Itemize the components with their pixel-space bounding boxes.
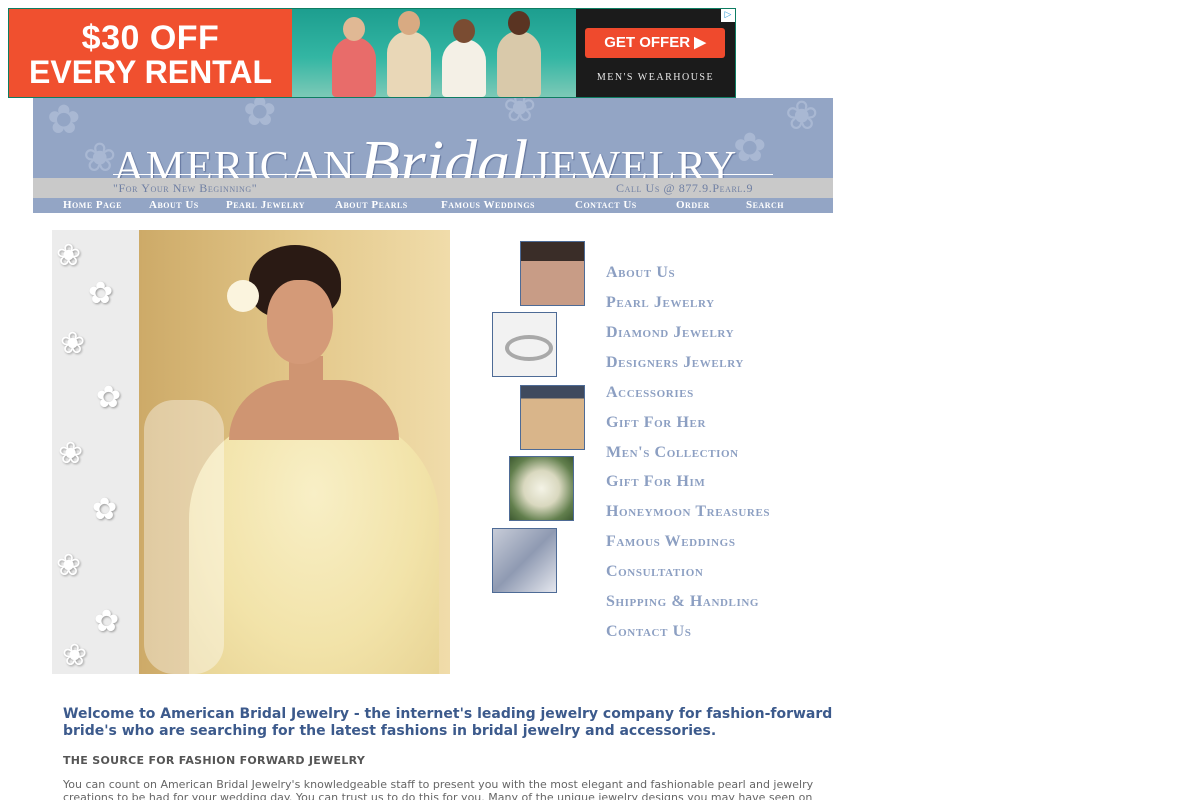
ad-headline-panel[interactable]: $30 OFF EVERY RENTAL [9,9,292,97]
link-pearl-jewelry[interactable]: Pearl Jewelry [606,294,715,312]
link-accessories[interactable]: Accessories [606,384,694,402]
link-famous-weddings[interactable]: Famous Weddings [606,533,736,551]
link-mens-collection[interactable]: Men's Collection [606,444,739,462]
link-consultation[interactable]: Consultation [606,563,703,581]
link-honeymoon-treasures[interactable]: Honeymoon Treasures [606,503,770,521]
link-shipping-handling[interactable]: Shipping & Handling [606,593,759,611]
phone-number: Call Us @ 877.9.Pearl.9 [616,181,754,195]
welcome-headline: Welcome to American Bridal Jewelry - the… [63,706,833,739]
ad-model [332,17,376,97]
ad-headline-line1: $30 OFF [81,19,220,57]
thumb-diamond-ring[interactable] [492,312,557,377]
flower-ornament-icon: ❀ [503,98,537,131]
bride-face [267,280,333,364]
tagline-bar: "For Your New Beginning" Call Us @ 877.9… [33,178,833,198]
adchoices-icon[interactable]: ▷ [721,9,735,22]
link-gift-for-him[interactable]: Gift For Him [606,473,705,491]
flower-ornament-icon: ❀ [785,98,819,139]
nav-search[interactable]: Search [746,199,784,211]
flower-ornament-icon: ✿ [47,98,81,143]
nav-pearl-jewelry[interactable]: Pearl Jewelry [226,199,305,211]
logo-banner[interactable]: ✿ ❀ ✿ ❀ ✿ ❀ AMERICANBridalJEWELRY [33,98,833,178]
nav-about-us[interactable]: About Us [149,199,199,211]
petal-icon: ❀ [56,548,82,583]
embossed-flower-border: ❀ ✿ ❀ ✿ ❀ ✿ ❀ ✿ ❀ [52,230,139,674]
ad-model [442,19,486,97]
link-designers-jewelry[interactable]: Designers Jewelry [606,354,744,372]
ring-icon [505,335,553,361]
ad-model [387,11,431,97]
petal-icon: ❀ [56,238,82,273]
petal-icon: ✿ [92,492,118,527]
get-offer-button[interactable]: GET OFFER ▶ [585,28,725,58]
thumb-blonde-bride[interactable] [520,385,585,450]
bride-dress [189,416,439,674]
petal-icon: ❀ [58,436,84,471]
nav-order[interactable]: Order [676,199,710,211]
section-subhead: THE SOURCE FOR FASHION FORWARD JEWELRY [63,754,366,767]
nav-famous-weddings[interactable]: Famous Weddings [441,199,535,211]
thumb-bride-portrait[interactable] [520,241,585,306]
ad-headline-line2: EVERY RENTAL [29,54,272,90]
site-logo[interactable]: AMERICANBridalJEWELRY [113,126,773,178]
ad-photo[interactable] [292,9,576,97]
petal-icon: ❀ [62,638,88,673]
link-contact-us[interactable]: Contact Us [606,623,691,641]
nav-contact-us[interactable]: Contact Us [575,199,637,211]
petal-icon: ❀ [60,326,86,361]
nav-about-pearls[interactable]: About Pearls [335,199,408,211]
link-about-us[interactable]: About Us [606,264,675,282]
main-nav: Home Page About Us Pearl Jewelry About P… [33,198,833,213]
petal-icon: ✿ [88,276,114,311]
logo-underline [113,174,773,175]
intro-paragraph: You can count on American Bridal Jewelry… [63,778,814,800]
link-gift-for-her[interactable]: Gift For Her [606,414,706,432]
hero-image: ❀ ✿ ❀ ✿ ❀ ✿ ❀ ✿ ❀ [52,230,450,674]
flower-ornament-icon: ❀ [83,135,117,178]
link-diamond-jewelry[interactable]: Diamond Jewelry [606,324,734,342]
site-header: ✿ ❀ ✿ ❀ ✿ ❀ AMERICANBridalJEWELRY "For Y… [33,98,833,213]
nav-home-page[interactable]: Home Page [63,199,122,211]
ad-cta-panel: GET OFFER ▶ MEN'S WEARHOUSE [576,9,735,97]
hair-flower [227,280,259,312]
petal-icon: ✿ [94,604,120,639]
bride-photo [139,230,450,674]
thumb-bouquet[interactable] [509,456,574,521]
ad-banner[interactable]: $30 OFF EVERY RENTAL GET OFFER ▶ MEN'S W… [8,8,736,98]
ad-brand-logo: MEN'S WEARHOUSE [596,72,715,83]
ad-model [497,11,541,97]
thumb-garter[interactable] [492,528,557,593]
bride-shawl [144,400,224,674]
logo-word-jewelry: JEWELRY [532,142,738,178]
logo-word-american: AMERICAN [113,142,356,178]
petal-icon: ✿ [96,380,122,415]
logo-word-bridal: Bridal [359,127,529,178]
tagline: "For Your New Beginning" [113,181,258,195]
